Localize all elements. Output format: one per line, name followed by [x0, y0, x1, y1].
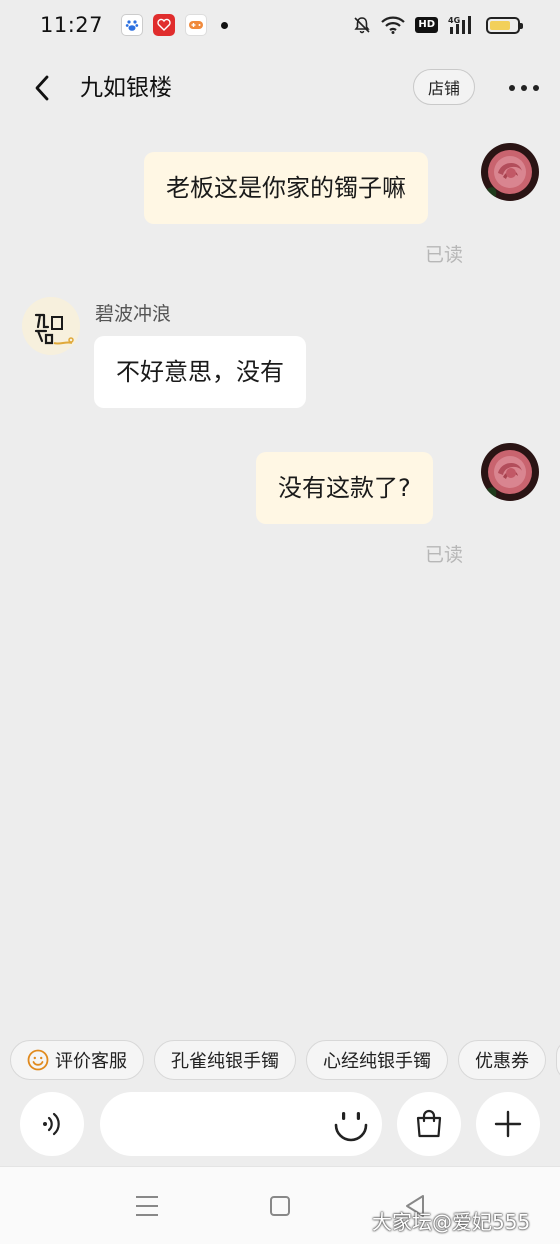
shop-logo-image [22, 297, 80, 355]
cellular-signal-icon: 4G [448, 16, 471, 34]
read-receipt: 已读 [425, 244, 464, 266]
home-nav-button[interactable] [263, 1191, 297, 1221]
status-bar: 11:27 HD 4G [0, 0, 560, 50]
quick-reply-more[interactable] [556, 1040, 560, 1080]
back-button[interactable] [26, 72, 58, 104]
quick-reply-peacock-bracelet[interactable]: 孔雀纯银手镯 [154, 1040, 296, 1080]
menu-icon [136, 1196, 158, 1216]
menu-nav-button[interactable] [130, 1191, 164, 1221]
message-bubble-mine[interactable]: 没有这款了? [256, 452, 433, 524]
rose-avatar-image [481, 443, 539, 501]
add-more-button[interactable] [476, 1092, 540, 1156]
smiley-icon [27, 1049, 49, 1071]
shop-title: 九如银楼 [80, 75, 172, 101]
chat-header: 九如银楼 店铺 [0, 58, 560, 118]
chevron-left-icon [35, 75, 49, 101]
sender-name: 碧波冲浪 [95, 303, 172, 325]
read-receipt: 已读 [425, 544, 464, 566]
chip-label: 心经纯银手镯 [323, 1051, 431, 1072]
watermark-text: 大家坛@爱妃555 [372, 1210, 531, 1234]
voice-icon [43, 1112, 60, 1136]
game-app-icon [185, 14, 208, 36]
quick-reply-rate-service[interactable]: 评价客服 [10, 1040, 144, 1080]
plus-icon [494, 1110, 522, 1138]
input-bar [0, 1086, 560, 1166]
more-options-button[interactable] [502, 72, 546, 104]
dot-icon [509, 85, 515, 91]
svg-text:4G: 4G [448, 16, 460, 25]
product-bag-button[interactable] [397, 1092, 461, 1156]
voice-button[interactable] [20, 1092, 84, 1156]
notification-icons [121, 14, 229, 36]
chip-label: 孔雀纯银手镯 [171, 1051, 279, 1072]
message-bubble-theirs[interactable]: 不好意思，没有 [94, 336, 306, 408]
rose-avatar-image [481, 143, 539, 201]
dot-icon [521, 85, 527, 91]
store-button[interactable]: 店铺 [413, 69, 475, 105]
quick-reply-heart-sutra-bracelet[interactable]: 心经纯银手镯 [306, 1040, 448, 1080]
system-status-icons: HD 4G [353, 15, 523, 35]
dot-icon [533, 85, 539, 91]
wifi-icon [381, 16, 406, 34]
mute-bell-icon [354, 17, 370, 34]
quick-reply-bar: 评价客服 孔雀纯银手镯 心经纯银手镯 优惠券 [0, 1030, 560, 1088]
chip-label: 评价客服 [55, 1051, 127, 1072]
emoji-icon [334, 1112, 368, 1142]
hd-badge: HD [415, 17, 438, 33]
heart-app-icon [153, 14, 176, 36]
shop-avatar[interactable] [22, 297, 80, 355]
message-bubble-mine[interactable]: 老板这是你家的镯子嘛 [144, 152, 428, 224]
status-time: 11:27 [40, 13, 104, 37]
home-square-icon [270, 1196, 290, 1216]
chip-label: 优惠券 [475, 1051, 529, 1072]
battery-icon [486, 16, 523, 34]
my-avatar[interactable] [481, 443, 539, 501]
quick-reply-coupon[interactable]: 优惠券 [458, 1040, 546, 1080]
baidu-app-icon [121, 14, 144, 36]
shopping-bag-icon [416, 1109, 442, 1138]
emoji-button[interactable] [328, 1102, 374, 1148]
more-notifications-dot [221, 21, 229, 29]
my-avatar[interactable] [481, 143, 539, 201]
